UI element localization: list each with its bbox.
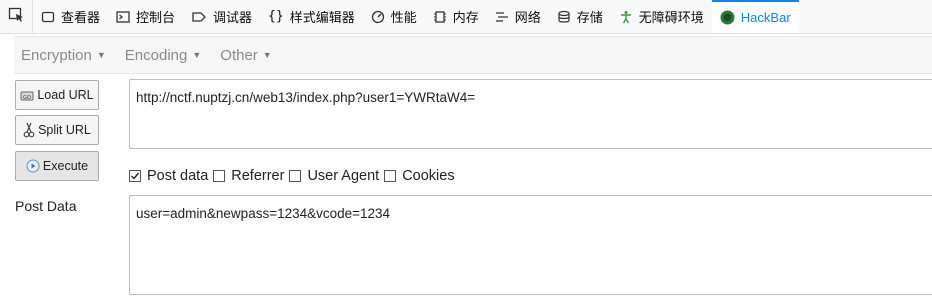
memory-icon (433, 10, 447, 24)
checkbox-checked-icon (129, 170, 141, 182)
load-url-button[interactable]: GO Load URL (15, 80, 99, 110)
scissors-icon (23, 122, 35, 138)
url-textarea[interactable]: http://nctf.nuptzj.cn/web13/index.php?us… (129, 79, 932, 149)
checkbox-icon (213, 170, 226, 182)
chevron-down-icon: ▼ (262, 50, 272, 60)
tab-label: 无障碍环境 (638, 10, 704, 25)
element-picker-icon (8, 7, 24, 26)
tab-console[interactable]: 控制台 (108, 0, 183, 33)
play-icon (26, 159, 40, 173)
post-data-value: user=admin&newpass=1234&vcode=1234 (136, 206, 391, 221)
tab-label: 样式编辑器 (289, 10, 355, 25)
checkbox-icon (384, 170, 397, 182)
tab-accessibility[interactable]: 无障碍环境 (611, 0, 712, 33)
tab-performance[interactable]: 性能 (363, 0, 425, 33)
checkbox-label: Cookies (402, 168, 455, 184)
post-data-textarea[interactable]: user=admin&newpass=1234&vcode=1234 (129, 195, 932, 295)
referrer-checkbox[interactable]: Referrer (213, 168, 284, 184)
element-picker-button[interactable] (0, 0, 33, 33)
request-options: Post data Referrer User Agent Cookies (129, 166, 460, 186)
encryption-menu[interactable]: Encryption ▼ (21, 47, 106, 64)
performance-icon (371, 10, 385, 24)
chevron-down-icon: ▼ (96, 50, 106, 60)
checkbox-label: User Agent (307, 168, 380, 184)
checkbox-icon (289, 170, 302, 182)
tab-hackbar[interactable]: HackBar (711, 0, 799, 33)
tab-memory[interactable]: 内存 (425, 0, 487, 33)
tab-network[interactable]: 网络 (487, 0, 549, 33)
svg-text:GO: GO (23, 95, 31, 101)
tab-debugger[interactable]: 调试器 (183, 0, 260, 33)
inspector-icon (41, 10, 55, 24)
checkbox-label: Post data (147, 168, 209, 184)
checkbox-label: Referrer (231, 168, 285, 184)
storage-icon (557, 10, 571, 24)
cookies-checkbox[interactable]: Cookies (384, 168, 455, 184)
tab-label: 网络 (514, 10, 541, 25)
tab-label: 查看器 (61, 10, 101, 25)
hackbar-menubar: Encryption ▼ Encoding ▼ Other ▼ (14, 36, 932, 74)
load-url-icon: GO (20, 88, 34, 102)
load-url-label: Load URL (37, 88, 94, 102)
tab-label: 调试器 (213, 10, 253, 25)
menu-label: Encoding (124, 46, 188, 64)
execute-label: Execute (42, 159, 89, 173)
debugger-icon (191, 10, 207, 24)
other-menu[interactable]: Other ▼ (220, 47, 271, 64)
execute-button[interactable]: Execute (15, 151, 99, 181)
tab-label: 内存 (452, 10, 479, 25)
tab-label: 性能 (390, 10, 417, 25)
accessibility-icon (619, 10, 633, 24)
user-agent-checkbox[interactable]: User Agent (289, 168, 379, 184)
chevron-down-icon: ▼ (192, 50, 202, 60)
tab-label: 存储 (576, 10, 603, 25)
split-url-label: Split URL (38, 123, 91, 137)
tab-label: HackBar (740, 10, 791, 25)
post-data-checkbox[interactable]: Post data (129, 168, 208, 184)
menu-label: Other (220, 46, 258, 64)
hackbar-icon (720, 10, 735, 25)
tab-label: 控制台 (136, 10, 176, 25)
devtools-toolbar: 查看器 控制台 调试器 {} 样式编辑器 性能 内存 网络 存储 无障碍环境 H… (0, 0, 932, 34)
tab-style-editor[interactable]: {} 样式编辑器 (260, 0, 363, 33)
network-icon (495, 10, 509, 24)
style-editor-icon: {} (268, 9, 284, 24)
menu-label: Encryption (21, 46, 92, 64)
console-icon (116, 10, 130, 24)
post-data-label: Post Data (15, 198, 77, 214)
tab-inspector[interactable]: 查看器 (33, 0, 108, 33)
split-url-button[interactable]: Split URL (15, 115, 99, 145)
tab-storage[interactable]: 存储 (549, 0, 611, 33)
url-value: http://nctf.nuptzj.cn/web13/index.php?us… (136, 90, 476, 105)
encoding-menu[interactable]: Encoding ▼ (125, 47, 201, 64)
